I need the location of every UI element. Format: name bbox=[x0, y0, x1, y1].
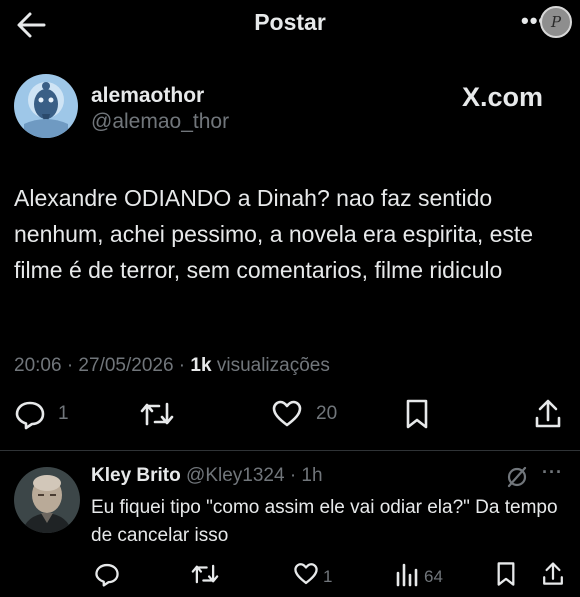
reply-views-count: 64 bbox=[424, 566, 443, 586]
tweet-meta: 20:06 · 27/05/2026 · 1k visualizações bbox=[14, 355, 330, 377]
reply-like-count: 1 bbox=[323, 566, 333, 586]
author-handle[interactable]: @alemao_thor bbox=[91, 110, 229, 134]
retweet-button[interactable] bbox=[139, 398, 175, 430]
like-icon bbox=[271, 398, 303, 430]
views-icon bbox=[395, 561, 419, 592]
share-button[interactable] bbox=[533, 398, 563, 430]
reply-handle-time[interactable]: @Kley1324 · 1h bbox=[186, 465, 323, 486]
reply-retweet-button[interactable] bbox=[190, 561, 220, 592]
share-icon bbox=[541, 561, 565, 592]
views-count: 1k bbox=[190, 355, 212, 376]
reply-share-button[interactable] bbox=[541, 561, 565, 592]
reply-more-button[interactable]: ··· bbox=[542, 462, 563, 483]
reply-header: Kley Brito @Kley1324 · 1h bbox=[91, 465, 323, 487]
reply-icon bbox=[94, 561, 120, 592]
bookmark-button[interactable] bbox=[403, 398, 431, 430]
retweet-icon bbox=[190, 561, 220, 592]
share-icon bbox=[533, 398, 563, 430]
reply-reply-button[interactable] bbox=[94, 561, 120, 592]
reply-views-button[interactable]: 64 bbox=[395, 561, 443, 592]
bookmark-icon bbox=[494, 561, 518, 592]
page-title: Postar bbox=[254, 9, 326, 35]
top-bar: Postar ••• P bbox=[0, 0, 580, 50]
reply-text: Eu fiquei tipo "como assim ele vai odiar… bbox=[91, 497, 558, 546]
views-label: visualizações bbox=[216, 355, 330, 376]
divider bbox=[0, 450, 580, 451]
like-button[interactable]: 20 bbox=[271, 398, 337, 430]
tweet-timestamp: 20:06 · 27/05/2026 · bbox=[14, 355, 186, 376]
grok-icon[interactable] bbox=[505, 465, 529, 494]
reply-display-name[interactable]: Kley Brito bbox=[91, 465, 181, 486]
reply-button[interactable]: 1 bbox=[14, 398, 69, 430]
avatar[interactable] bbox=[14, 74, 78, 138]
source-badge: X.com bbox=[462, 82, 544, 112]
retweet-icon bbox=[139, 398, 175, 430]
reply-count: 1 bbox=[58, 403, 69, 424]
reply-bookmark-button[interactable] bbox=[494, 561, 518, 592]
tweet-text: Alexandre ODIANDO a Dinah? nao faz senti… bbox=[14, 185, 534, 283]
author-display-name[interactable]: alemaothor bbox=[91, 84, 204, 108]
reply-icon bbox=[14, 398, 46, 430]
bookmark-icon bbox=[403, 398, 431, 430]
like-icon bbox=[293, 561, 319, 592]
like-count: 20 bbox=[316, 403, 338, 424]
watermark-logo: P bbox=[540, 6, 572, 38]
reply-like-button[interactable]: 1 bbox=[293, 561, 332, 592]
reply-avatar[interactable] bbox=[14, 467, 80, 533]
